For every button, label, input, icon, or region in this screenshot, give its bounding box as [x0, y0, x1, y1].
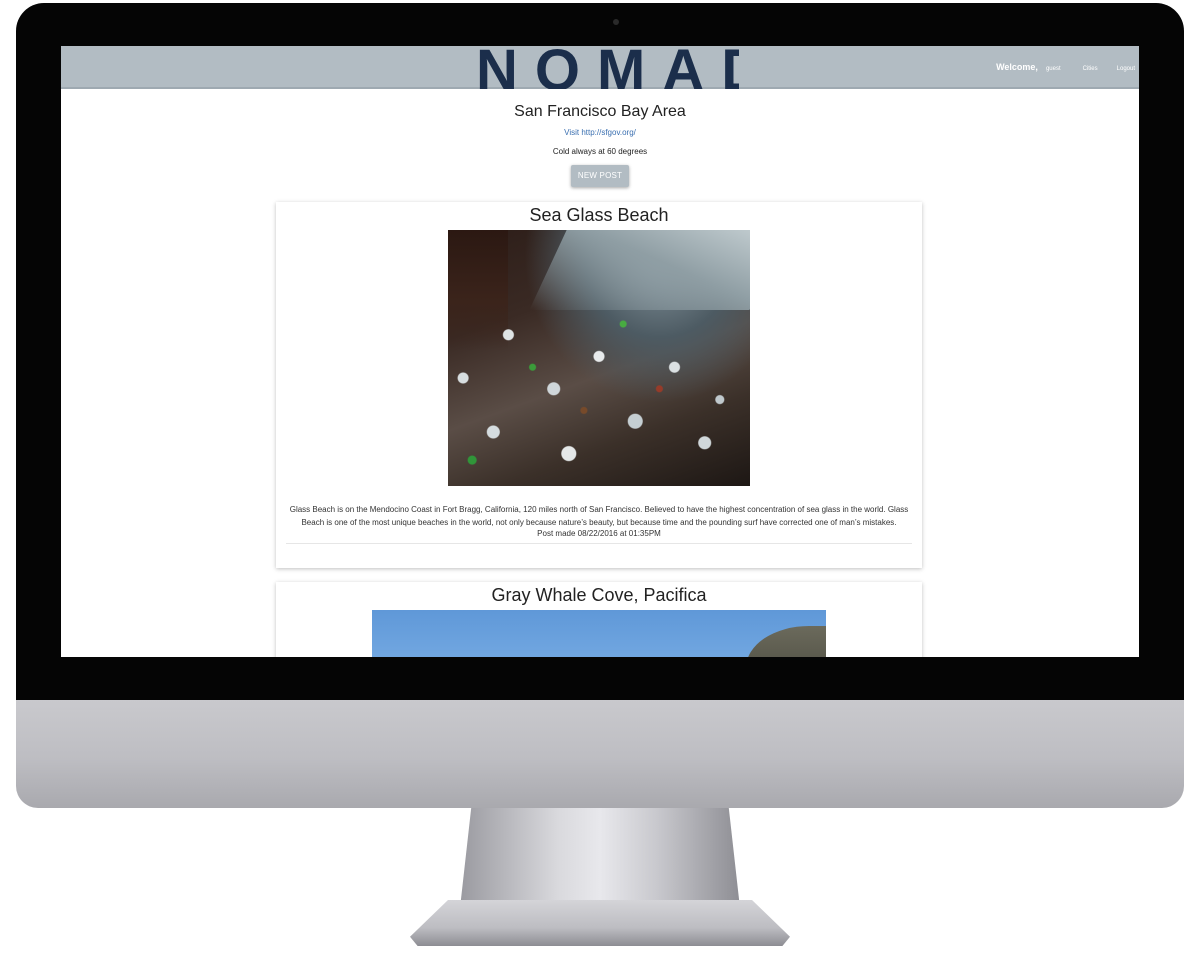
photo-sea-glass-pebbles	[448, 270, 750, 486]
welcome-label: Welcome,	[996, 62, 1038, 72]
nav-menu: Welcome, guest Cities Logout	[996, 62, 1135, 72]
post-card: Sea Glass Beach Glass Beach is on the Me…	[276, 202, 922, 568]
photo-hill	[746, 626, 826, 657]
username-label: guest	[1045, 66, 1061, 72]
post-photo-whale-cove	[372, 610, 826, 657]
screen: NOMAD Welcome, guest Cities Logout San F…	[61, 46, 1139, 657]
monitor-stand-neck	[460, 808, 740, 908]
post-card: Gray Whale Cove, Pacifica	[276, 582, 922, 657]
nav-logout-link[interactable]: Logout	[1117, 66, 1135, 72]
post-title: Sea Glass Beach	[529, 205, 669, 225]
post-timestamp: Post made 08/22/2016 at 01:35PM	[286, 529, 912, 544]
top-navbar: NOMAD Welcome, guest Cities Logout	[61, 46, 1139, 89]
nav-cities-link[interactable]: Cities	[1083, 66, 1098, 72]
city-header: San Francisco Bay Area Visit http://sfgo…	[61, 103, 1139, 187]
post-title: Gray Whale Cove, Pacifica	[491, 585, 707, 605]
monitor-chin	[16, 700, 1184, 808]
post-photo-sea-glass	[448, 230, 750, 486]
city-title: San Francisco Bay Area	[514, 103, 686, 120]
nomad-logo[interactable]: NOMAD	[459, 46, 739, 89]
post-body: Glass Beach is on the Mendocino Coast in…	[289, 505, 909, 527]
monitor-stand-foot	[410, 900, 790, 946]
new-post-button[interactable]: NEW POST	[571, 165, 629, 187]
city-description: Cold always at 60 degrees	[552, 147, 648, 156]
camera-icon	[613, 19, 619, 25]
city-website-link[interactable]: Visit http://sfgov.org/	[61, 128, 1139, 137]
